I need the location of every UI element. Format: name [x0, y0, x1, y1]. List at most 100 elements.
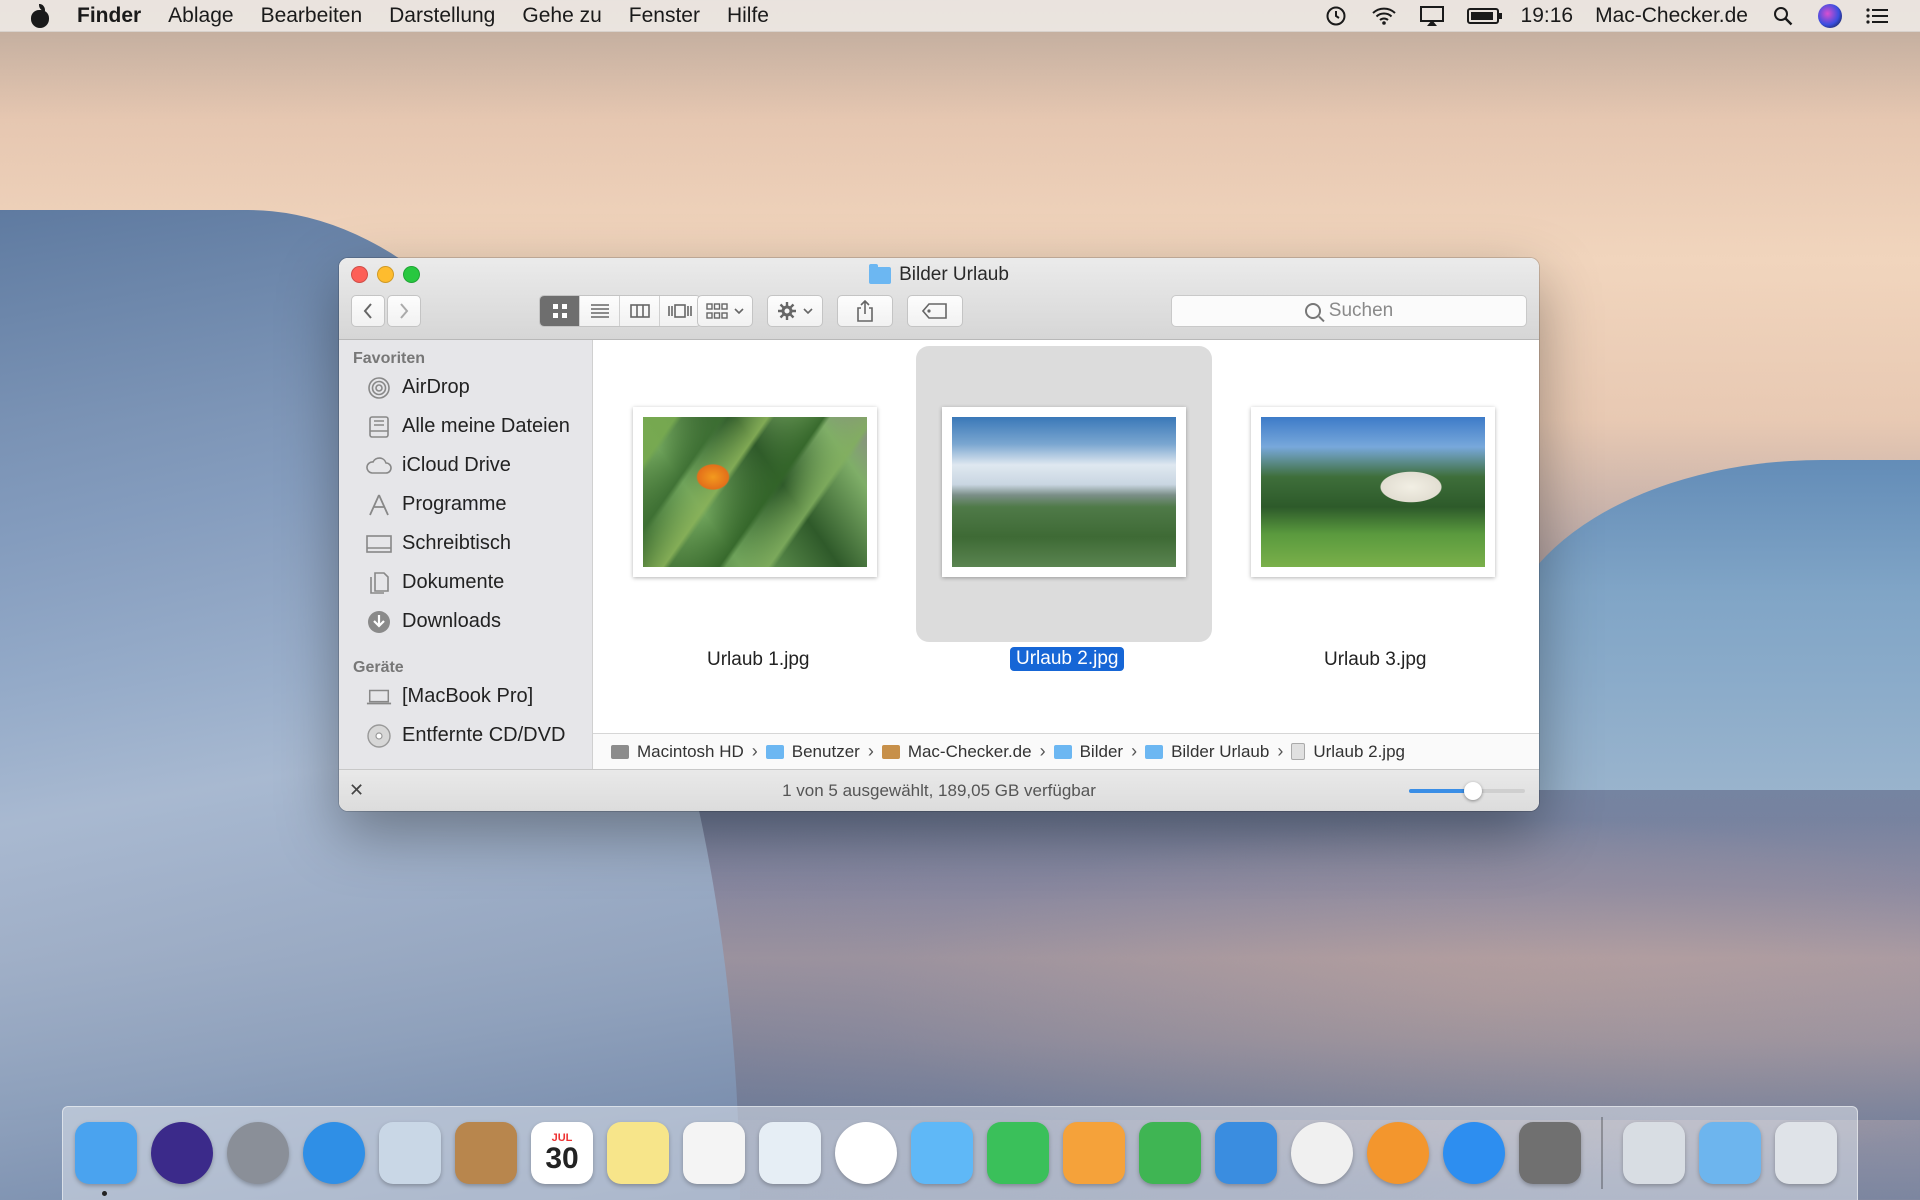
list-icon	[590, 304, 609, 318]
search-placeholder: Suchen	[1328, 300, 1394, 321]
airplay-icon[interactable]	[1419, 5, 1445, 27]
path-segment[interactable]: Bilder	[1080, 742, 1123, 762]
chevron-left-icon	[363, 303, 372, 319]
sidebar-item-all-files[interactable]: Alle meine Dateien	[339, 407, 592, 446]
collapse-sidebar-icon[interactable]: ✕	[349, 780, 364, 801]
finder-icon[interactable]	[75, 1122, 137, 1184]
notes-icon[interactable]	[607, 1122, 669, 1184]
back-button[interactable]	[351, 295, 385, 327]
path-segment[interactable]: Bilder Urlaub	[1171, 742, 1269, 762]
documents-stack-icon[interactable]	[1623, 1122, 1685, 1184]
sidebar-item-label: Entfernte CD/DVD	[402, 724, 566, 746]
sidebar: Favoriten AirDrop Alle meine Dateien iCl…	[339, 340, 593, 777]
airdrop-icon	[366, 375, 392, 401]
menu-user[interactable]: Mac-Checker.de	[1595, 4, 1748, 28]
downloads-stack-icon[interactable]	[1699, 1122, 1761, 1184]
sidebar-item-remote-disc[interactable]: Entfernte CD/DVD	[339, 716, 592, 755]
search-field[interactable]: Suchen	[1171, 295, 1527, 327]
column-view-button[interactable]	[620, 296, 660, 326]
action-button[interactable]	[767, 295, 823, 327]
siri-icon[interactable]	[1818, 4, 1842, 28]
file-name[interactable]: Urlaub 3.jpg	[1324, 649, 1426, 671]
sidebar-item-schreibtisch[interactable]: Schreibtisch	[339, 524, 592, 563]
file-name[interactable]: Urlaub 1.jpg	[707, 649, 809, 671]
preview-icon[interactable]	[759, 1122, 821, 1184]
arrange-button[interactable]	[697, 295, 753, 327]
file-thumbnail[interactable]	[1251, 407, 1495, 577]
view-mode-selector	[539, 295, 701, 327]
path-segment[interactable]: Macintosh HD	[637, 742, 744, 762]
mail-icon[interactable]	[379, 1122, 441, 1184]
folder-icon	[869, 263, 892, 284]
apple-menu-icon[interactable]	[30, 3, 50, 28]
menu-darstellung[interactable]: Darstellung	[389, 4, 495, 28]
path-bar: Macintosh HD › Benutzer › Mac-Checker.de…	[593, 733, 1539, 769]
file-thumbnail[interactable]	[942, 407, 1186, 577]
cover-flow-icon	[668, 304, 692, 318]
photos-icon[interactable]	[835, 1122, 897, 1184]
menu-clock[interactable]: 19:16	[1521, 4, 1574, 28]
ibooks-icon[interactable]	[1367, 1122, 1429, 1184]
sidebar-item-dokumente[interactable]: Dokumente	[339, 563, 592, 602]
dock-separator	[1601, 1117, 1603, 1189]
system-preferences-icon[interactable]	[1519, 1122, 1581, 1184]
menu-ablage[interactable]: Ablage	[168, 4, 233, 28]
sidebar-item-programme[interactable]: Programme	[339, 485, 592, 524]
sidebar-item-label: Dokumente	[402, 571, 505, 593]
toolbar: Suchen	[351, 295, 1527, 329]
reminders-icon[interactable]	[683, 1122, 745, 1184]
keynote-icon[interactable]	[1215, 1122, 1277, 1184]
chevron-right-icon: ›	[867, 741, 874, 761]
time-machine-icon[interactable]	[1323, 5, 1349, 27]
laptop-icon	[366, 684, 392, 710]
menu-app-name[interactable]: Finder	[77, 4, 141, 28]
chevron-down-icon	[803, 308, 813, 315]
sidebar-item-label: Downloads	[402, 610, 501, 632]
search-icon	[1304, 303, 1321, 319]
spotlight-search-icon[interactable]	[1770, 5, 1796, 27]
wifi-icon[interactable]	[1371, 5, 1397, 27]
menu-hilfe[interactable]: Hilfe	[727, 4, 769, 28]
messages-icon[interactable]	[911, 1122, 973, 1184]
launchpad-icon[interactable]	[227, 1122, 289, 1184]
sidebar-item-icloud-drive[interactable]: iCloud Drive	[339, 446, 592, 485]
battery-icon[interactable]	[1466, 8, 1502, 24]
share-button[interactable]	[837, 295, 893, 327]
list-view-button[interactable]	[580, 296, 620, 326]
tags-button[interactable]	[907, 295, 963, 327]
facetime-icon[interactable]	[987, 1122, 1049, 1184]
tag-icon	[922, 303, 947, 319]
icon-view-button[interactable]	[540, 296, 580, 326]
forward-button[interactable]	[387, 295, 421, 327]
menu-gehe-zu[interactable]: Gehe zu	[522, 4, 601, 28]
cover-flow-button[interactable]	[660, 296, 700, 326]
safari-icon[interactable]	[303, 1122, 365, 1184]
file-thumbnail[interactable]	[633, 407, 877, 577]
slider-knob[interactable]	[1463, 782, 1482, 800]
calendar-icon[interactable]: JUL 30	[531, 1122, 593, 1184]
contacts-icon[interactable]	[455, 1122, 517, 1184]
home-icon	[881, 744, 900, 759]
numbers-icon[interactable]	[1139, 1122, 1201, 1184]
file-name-selected[interactable]: Urlaub 2.jpg	[1010, 647, 1125, 671]
window-titlebar[interactable]: Bilder Urlaub Suchen	[339, 258, 1539, 340]
notification-center-icon[interactable]	[1864, 5, 1890, 27]
menu-bearbeiten[interactable]: Bearbeiten	[261, 4, 363, 28]
app-store-icon[interactable]	[1443, 1122, 1505, 1184]
trash-icon[interactable]	[1775, 1122, 1837, 1184]
sidebar-item-downloads[interactable]: Downloads	[339, 602, 592, 641]
siri-icon[interactable]	[151, 1122, 213, 1184]
file-grid: Urlaub 1.jpg Urlaub 2.jpg Urlaub 3.jpg	[593, 340, 1539, 733]
dock-icons: JUL 30	[75, 1117, 1837, 1189]
sidebar-item-airdrop[interactable]: AirDrop	[339, 368, 592, 407]
path-segment[interactable]: Benutzer	[792, 742, 860, 762]
path-segment[interactable]: Urlaub 2.jpg	[1313, 742, 1405, 762]
menu-fenster[interactable]: Fenster	[629, 4, 700, 28]
arrange-grid-icon	[706, 303, 728, 319]
path-segment[interactable]: Mac-Checker.de	[908, 742, 1032, 762]
chevron-down-icon	[734, 308, 744, 315]
sidebar-item-macbook[interactable]: [MacBook Pro]	[339, 677, 592, 716]
icon-size-slider[interactable]	[1409, 782, 1525, 800]
pages-icon[interactable]	[1063, 1122, 1125, 1184]
itunes-icon[interactable]	[1291, 1122, 1353, 1184]
